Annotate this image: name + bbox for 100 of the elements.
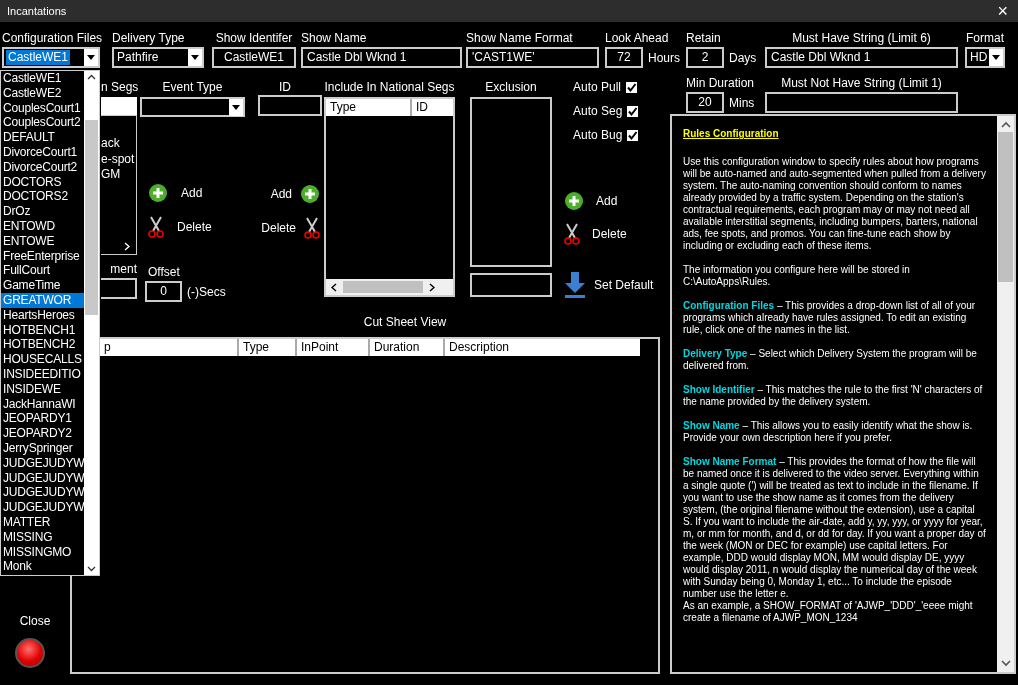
configuration-dropdown-list[interactable] (0, 70, 100, 576)
close-button[interactable]: × (987, 1, 1018, 21)
configuration-dropdown[interactable]: CastleWE1 (2, 47, 100, 68)
add-button[interactable]: Add (564, 188, 656, 214)
delete-button[interactable]: Delete (564, 221, 656, 247)
scroll-right-icon[interactable] (429, 282, 435, 292)
plus-icon (300, 184, 320, 204)
input-field[interactable]: 20 (686, 92, 724, 113)
dropdown-option[interactable]: ENTOWE (1, 233, 84, 249)
dropdown-option[interactable]: CouplesCourt2 (1, 115, 84, 131)
scroll-down-icon[interactable] (87, 566, 96, 572)
help-paragraph: The information you configure here will be stored in C:\AutoApps\Rules. (683, 264, 911, 288)
horizontal-scrollbar[interactable] (326, 279, 453, 295)
help-title: Rules Configuration (683, 128, 780, 140)
scrollbar-thumb[interactable] (85, 120, 98, 315)
input-field[interactable]: 2 (686, 47, 724, 68)
input-field[interactable] (101, 97, 137, 115)
scissors-icon (148, 216, 164, 238)
dropdown-option[interactable]: DEFAULT (1, 130, 84, 145)
field-label: Show Name (301, 30, 368, 46)
list-item[interactable]: ack (101, 136, 136, 152)
exclusion-list[interactable] (470, 97, 552, 267)
list-item[interactable]: e-spot (101, 151, 136, 167)
delete-button[interactable]: Delete (261, 215, 320, 241)
down-arrow-icon (564, 272, 586, 298)
list-item[interactable]: GM (101, 167, 136, 183)
dropdown-option[interactable]: CastleWE2 (1, 85, 84, 101)
help-paragraph: Show Identifier – This matches the rule to the first 'N' characters of the name provided by the delivery system. (683, 384, 984, 408)
field-label: Offset (148, 264, 181, 280)
dropdown-option[interactable]: CastleWE1 (1, 71, 84, 86)
field-label: ID (278, 79, 292, 95)
help-paragraph: Configuration Files – This provides a drop-down list of all of your programs which already have rules assigned. To edit an existing rule, click one of the names in the list. (683, 300, 977, 336)
help-paragraph: Use this configuration window to specify rules about how programs will be auto-named and auto-segmented when pulled from a delivery system. The auto-naming convention should conform to names already provided by a traffic system. Depending on the station's contractual requirements, each program may or may not need all available interstitial segments, including bumpers, barters, national ads, fee spots, and promos. You can fine-tune each show by including or excluding each of these items. (683, 156, 987, 252)
input-field[interactable]: 'CAST1WE' (466, 47, 599, 68)
dropdown-option[interactable]: DrOz (1, 204, 84, 219)
dropdown-option[interactable]: GREATWOR (1, 292, 84, 308)
delivery-type-dropdown[interactable]: Pathfire (112, 47, 204, 68)
national-segs-table[interactable]: Type ID (324, 97, 455, 297)
checkbox[interactable] (627, 105, 639, 117)
input-field[interactable] (101, 278, 137, 299)
event-type-dropdown[interactable] (140, 97, 245, 117)
vertical-scrollbar[interactable] (997, 116, 1014, 672)
input-field[interactable] (765, 92, 958, 113)
dropdown-option[interactable]: GameTime (1, 278, 84, 293)
input-field[interactable]: CastleWE1 (212, 47, 296, 68)
field-label: Must Not Have String (Limit 1) (780, 75, 943, 91)
field-label: Exclusion (484, 79, 538, 95)
column-header[interactable]: ID (412, 99, 453, 116)
set-default-button[interactable]: Set Default (564, 272, 656, 298)
close-button[interactable] (15, 638, 45, 668)
column-header[interactable]: InPoint (297, 339, 370, 356)
help-paragraph: Show Name – This allows you to easily identify what the show is. Provide your own description here if you prefer. (683, 420, 974, 444)
dropdown-option[interactable]: FullCourt (1, 263, 84, 279)
field-label: Event Type (161, 79, 224, 95)
input-field[interactable]: 0 (145, 281, 182, 302)
format-dropdown[interactable]: HD (965, 47, 1005, 68)
unit-label: Hours (648, 51, 680, 65)
column-header[interactable]: Description (445, 339, 640, 356)
field-label: Look Ahead (605, 30, 670, 46)
unit-label: Mins (729, 96, 755, 110)
input-field[interactable]: Castle Dbl Wknd 1 (765, 47, 958, 68)
dropdown-option[interactable]: HeartsHeroes (1, 307, 84, 323)
dropdown-option[interactable]: DOCTORS (1, 174, 84, 190)
dropdown-option[interactable]: DivorceCourt1 (1, 145, 84, 160)
add-button[interactable]: Add (148, 180, 245, 206)
scroll-down-icon[interactable] (1000, 660, 1011, 667)
plus-icon (148, 183, 168, 203)
scrollbar-thumb[interactable] (998, 132, 1013, 282)
checkbox-label: Auto Bug (573, 128, 623, 142)
checkbox[interactable] (627, 129, 639, 141)
scroll-up-icon[interactable] (87, 74, 96, 80)
dropdown-option[interactable]: HOTBENCH1 (1, 322, 84, 338)
help-paragraph: Show Name Format – This provides the format of how the file will be named once it is delivered to the video server. Everything within a single quote (') will be treated as text to include in the filename. If you want to use the show name as it comes from the delivery system, (the original filename without the extension), use a capital S. If you want to include the air-date, add y, yy, yyy, or yyyy for year, m, or mm for month, and d, or dd for day. If you want a proper day of the week (MON or DEC for example) use capital letters. For example, DDD would display MON, MM would display DE, yyyy would display 2011, n would display the numerical day of the week with Sunday being 0, Monday 1, etc... To include the episode number use the letter e. As an example, a SHOW_FORMAT of 'AJWP_'DDD'_'eeee might create a filename of AJWP_MON_1234 (683, 456, 987, 624)
segments-list[interactable]: ack e-spot GM (101, 115, 137, 255)
column-header[interactable]: Duration (370, 339, 445, 356)
input-field[interactable] (258, 95, 322, 116)
delete-button[interactable]: Delete (148, 214, 245, 240)
input-field[interactable]: Castle Dbl Wknd 1 (301, 47, 462, 68)
dropdown-option[interactable]: ENTOWD (1, 218, 84, 234)
dropdown-option[interactable]: CouplesCourt1 (1, 100, 84, 116)
column-header[interactable]: Type (326, 99, 412, 116)
unit-label: (-)Secs (187, 285, 226, 299)
vertical-scrollbar[interactable] (84, 71, 99, 575)
field-label: ment (109, 261, 137, 277)
field-label: Format (965, 30, 1005, 46)
help-paragraph: Delivery Type – Select which Delivery System the program will be delivered from. (683, 348, 978, 372)
add-button[interactable]: Add (270, 181, 320, 207)
checkbox-label: Auto Seg (573, 104, 623, 118)
unit-label: Days (729, 51, 757, 65)
scrollbar-thumb[interactable] (343, 281, 423, 293)
checkbox[interactable] (626, 81, 638, 93)
scroll-up-icon[interactable] (1000, 121, 1011, 128)
scroll-left-icon[interactable] (331, 282, 337, 292)
column-header[interactable]: Type (239, 339, 297, 356)
dropdown-option[interactable]: FreeEnterprise (1, 248, 84, 264)
dropdown-option[interactable]: DivorceCourt2 (1, 159, 84, 175)
input-field[interactable] (470, 273, 552, 297)
dropdown-option[interactable]: DOCTORS2 (1, 189, 84, 205)
input-field[interactable]: 72 (605, 47, 643, 68)
section-title: Cut Sheet View (362, 314, 448, 330)
